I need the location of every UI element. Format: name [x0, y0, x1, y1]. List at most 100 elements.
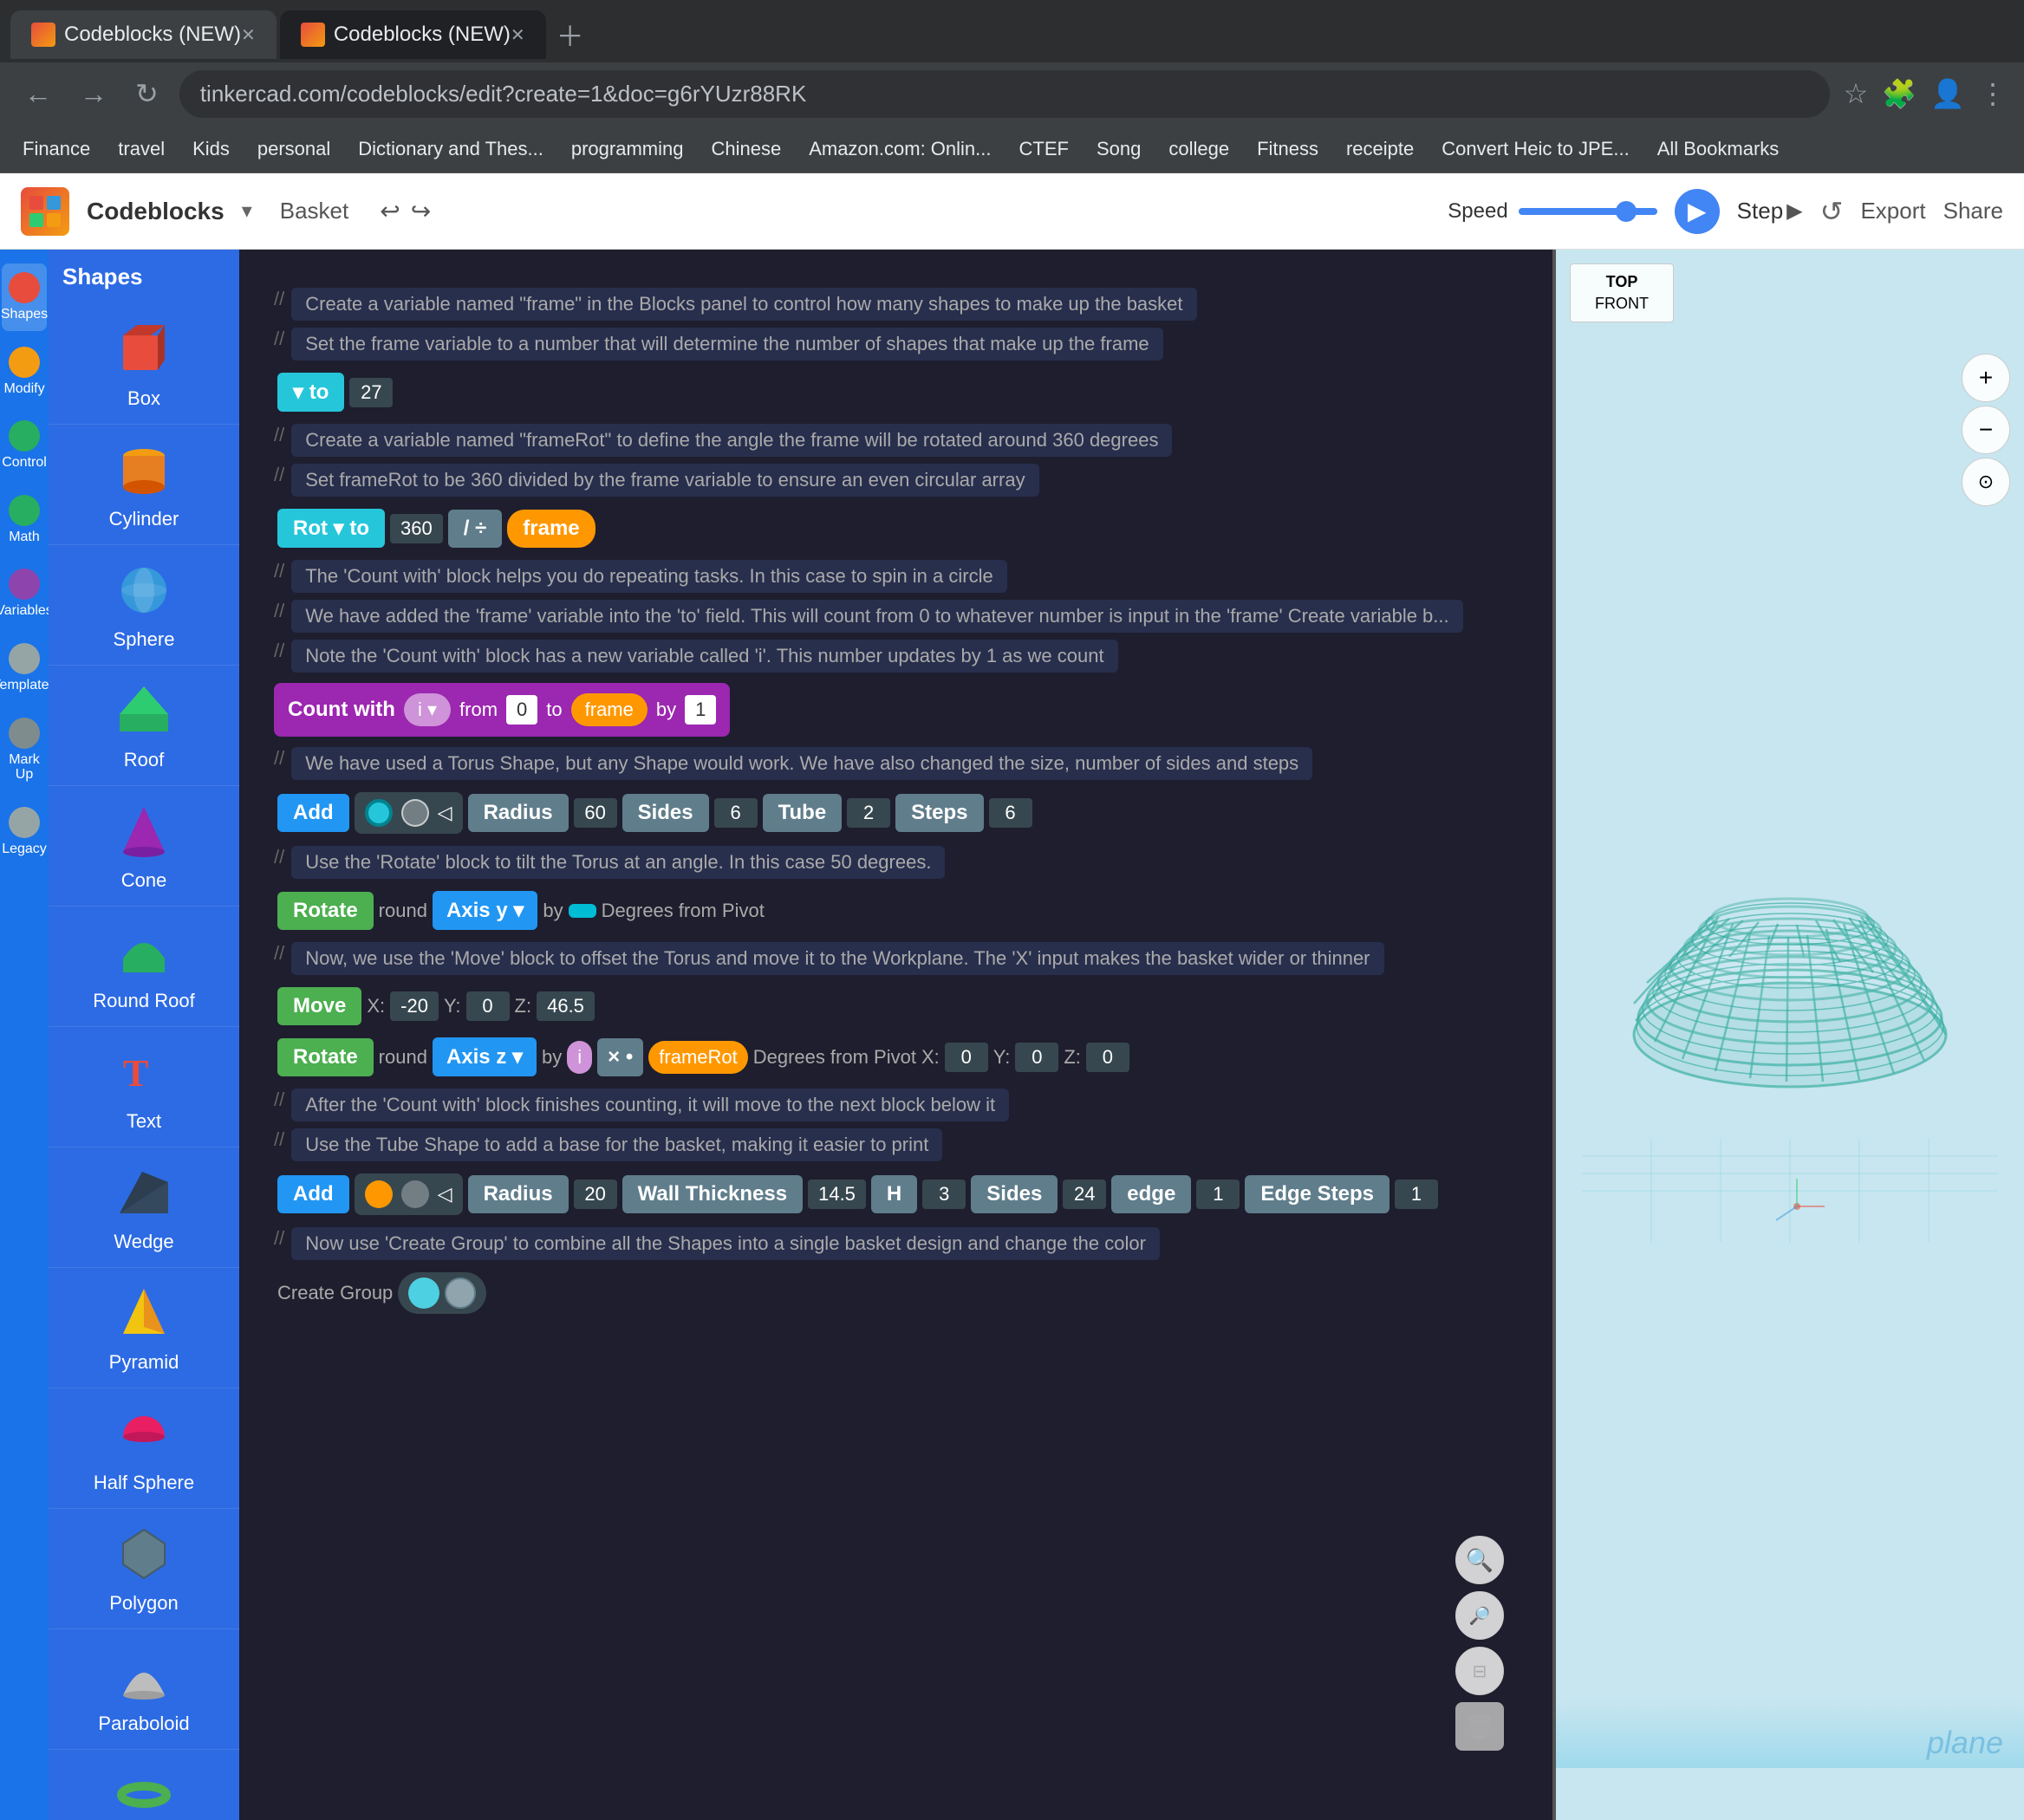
- step-play-icon[interactable]: ▶: [1786, 198, 1802, 224]
- by-value[interactable]: 1: [685, 695, 716, 725]
- frame-value[interactable]: 27: [349, 378, 393, 407]
- shape-item-text[interactable]: T Text: [49, 1027, 239, 1147]
- export-button[interactable]: Export: [1860, 198, 1925, 224]
- edge-steps-value[interactable]: 1: [1395, 1180, 1438, 1209]
- radius-value[interactable]: 60: [574, 798, 617, 828]
- new-tab-button[interactable]: ＋: [556, 15, 584, 55]
- shape-item-roof[interactable]: Roof: [49, 666, 239, 786]
- tool-markup[interactable]: Mark Up: [2, 709, 47, 791]
- bookmark-all[interactable]: All Bookmarks: [1649, 134, 1788, 164]
- x2-value[interactable]: 0: [945, 1043, 988, 1072]
- view-zoom-in[interactable]: +: [1962, 354, 2010, 402]
- x-value[interactable]: -20: [390, 991, 439, 1021]
- axis-z-block[interactable]: Axis z ▾: [433, 1037, 537, 1076]
- menu-icon[interactable]: ⋮: [1979, 77, 2007, 110]
- degrees-block[interactable]: [569, 904, 596, 918]
- bookmark-song[interactable]: Song: [1088, 134, 1149, 164]
- bookmark-dictionary[interactable]: Dictionary and Thes...: [349, 134, 552, 164]
- bookmark-convert[interactable]: Convert Heic to JPE...: [1433, 134, 1637, 164]
- code-canvas[interactable]: // Create a variable named "frame" in th…: [239, 250, 1556, 1820]
- zoom-fit-btn[interactable]: ⊟: [1455, 1647, 1504, 1695]
- bookmark-kids[interactable]: Kids: [184, 134, 238, 164]
- move-block[interactable]: Move: [277, 987, 361, 1025]
- share-button[interactable]: Share: [1943, 198, 2003, 224]
- shape-item-cone[interactable]: Cone: [49, 786, 239, 907]
- view-zoom-out[interactable]: −: [1962, 406, 2010, 454]
- bookmark-personal[interactable]: personal: [249, 134, 339, 164]
- shape-item-box[interactable]: Box: [49, 304, 239, 425]
- axis-y-block[interactable]: Axis y ▾: [433, 891, 537, 930]
- speed-slider[interactable]: [1519, 208, 1657, 215]
- frame-var[interactable]: frame: [507, 510, 595, 548]
- y-value[interactable]: 0: [466, 991, 510, 1021]
- tool-variables[interactable]: Variables: [2, 560, 47, 627]
- bookmark-finance[interactable]: Finance: [14, 134, 99, 164]
- add-tube-block[interactable]: Add: [277, 1175, 349, 1213]
- tube-shape-block[interactable]: ◁: [355, 1173, 463, 1215]
- rotate-block[interactable]: Rotate: [277, 892, 374, 930]
- bookmark-ctef[interactable]: CTEF: [1011, 134, 1077, 164]
- i-var-2[interactable]: i: [567, 1041, 592, 1074]
- bookmark-chinese[interactable]: Chinese: [702, 134, 790, 164]
- shape-item-paraboloid[interactable]: Paraboloid: [49, 1629, 239, 1750]
- tool-control[interactable]: Control: [2, 412, 47, 479]
- nav-cube-display[interactable]: TOP FRONT: [1570, 263, 1674, 322]
- divide-op[interactable]: / ÷: [448, 510, 503, 548]
- torus-shape-block[interactable]: ◁: [355, 792, 463, 834]
- profile-icon[interactable]: 👤: [1930, 77, 1965, 110]
- tab-1[interactable]: Codeblocks (NEW) ✕: [10, 10, 277, 59]
- bookmark-travel[interactable]: travel: [109, 134, 173, 164]
- tool-math[interactable]: Math: [2, 486, 47, 554]
- zoom-in-btn[interactable]: 🔍: [1455, 1536, 1504, 1584]
- shape-item-roundroof[interactable]: Round Roof: [49, 907, 239, 1027]
- shape-item-torus[interactable]: Torus: [49, 1750, 239, 1820]
- speed-knob[interactable]: [1616, 201, 1637, 222]
- redo-button[interactable]: ↪: [411, 197, 431, 225]
- shape-item-halfsphere[interactable]: Half Sphere: [49, 1388, 239, 1509]
- view-reset[interactable]: ⊙: [1962, 458, 2010, 506]
- add-block[interactable]: Add: [277, 794, 349, 832]
- set-block-teal[interactable]: ▾ to: [277, 373, 344, 412]
- group-colors-block[interactable]: [398, 1272, 486, 1314]
- bookmark-fitness[interactable]: Fitness: [1248, 134, 1327, 164]
- tool-shapes[interactable]: Shapes: [2, 263, 47, 331]
- y2-value[interactable]: 0: [1015, 1043, 1058, 1072]
- rotate2-block[interactable]: Rotate: [277, 1038, 374, 1076]
- star-icon[interactable]: ☆: [1844, 77, 1869, 110]
- z-value[interactable]: 46.5: [537, 991, 595, 1021]
- shape-item-cylinder[interactable]: Cylinder: [49, 425, 239, 545]
- i-var[interactable]: i ▾: [404, 693, 451, 726]
- tab-2[interactable]: Codeblocks (NEW) ✕: [280, 10, 546, 59]
- canvas-3d[interactable]: [1556, 250, 2024, 1820]
- wall-thick-value[interactable]: 14.5: [808, 1180, 866, 1209]
- frame-to-var[interactable]: frame: [571, 693, 648, 726]
- shape-item-polygon[interactable]: Polygon: [49, 1509, 239, 1629]
- tool-legacy[interactable]: Legacy: [2, 798, 47, 866]
- extension-icon[interactable]: 🧩: [1882, 77, 1917, 110]
- count-with-block[interactable]: Count with i ▾ from 0 to frame by 1: [274, 683, 730, 737]
- steps-value[interactable]: 6: [989, 798, 1032, 828]
- refresh-button[interactable]: ↺: [1820, 195, 1844, 228]
- forward-button[interactable]: →: [73, 71, 114, 117]
- h-value[interactable]: 3: [922, 1180, 966, 1209]
- shape-item-pyramid[interactable]: Pyramid: [49, 1268, 239, 1388]
- tube-sides-value[interactable]: 24: [1063, 1180, 1106, 1209]
- multiply-op[interactable]: × •: [597, 1038, 643, 1076]
- tube-radius-value[interactable]: 20: [574, 1180, 617, 1209]
- tab-1-close[interactable]: ✕: [241, 24, 256, 46]
- tool-templates[interactable]: Templates: [2, 634, 47, 702]
- back-button[interactable]: ←: [17, 71, 59, 117]
- tab-2-close[interactable]: ✕: [511, 24, 525, 46]
- sides-value[interactable]: 6: [714, 798, 758, 828]
- app-dropdown-arrow[interactable]: ▾: [242, 198, 252, 224]
- z2-value[interactable]: 0: [1086, 1043, 1129, 1072]
- edge-value[interactable]: 1: [1196, 1180, 1240, 1209]
- bookmark-college[interactable]: college: [1160, 134, 1238, 164]
- tool-modify[interactable]: Modify: [2, 338, 47, 406]
- from-value[interactable]: 0: [506, 695, 537, 725]
- 360-value[interactable]: 360: [390, 514, 443, 543]
- shape-item-sphere[interactable]: Sphere: [49, 545, 239, 666]
- bookmark-programming[interactable]: programming: [563, 134, 693, 164]
- framerot-set[interactable]: Rot ▾ to: [277, 509, 385, 548]
- step-control[interactable]: Step ▶: [1737, 198, 1803, 224]
